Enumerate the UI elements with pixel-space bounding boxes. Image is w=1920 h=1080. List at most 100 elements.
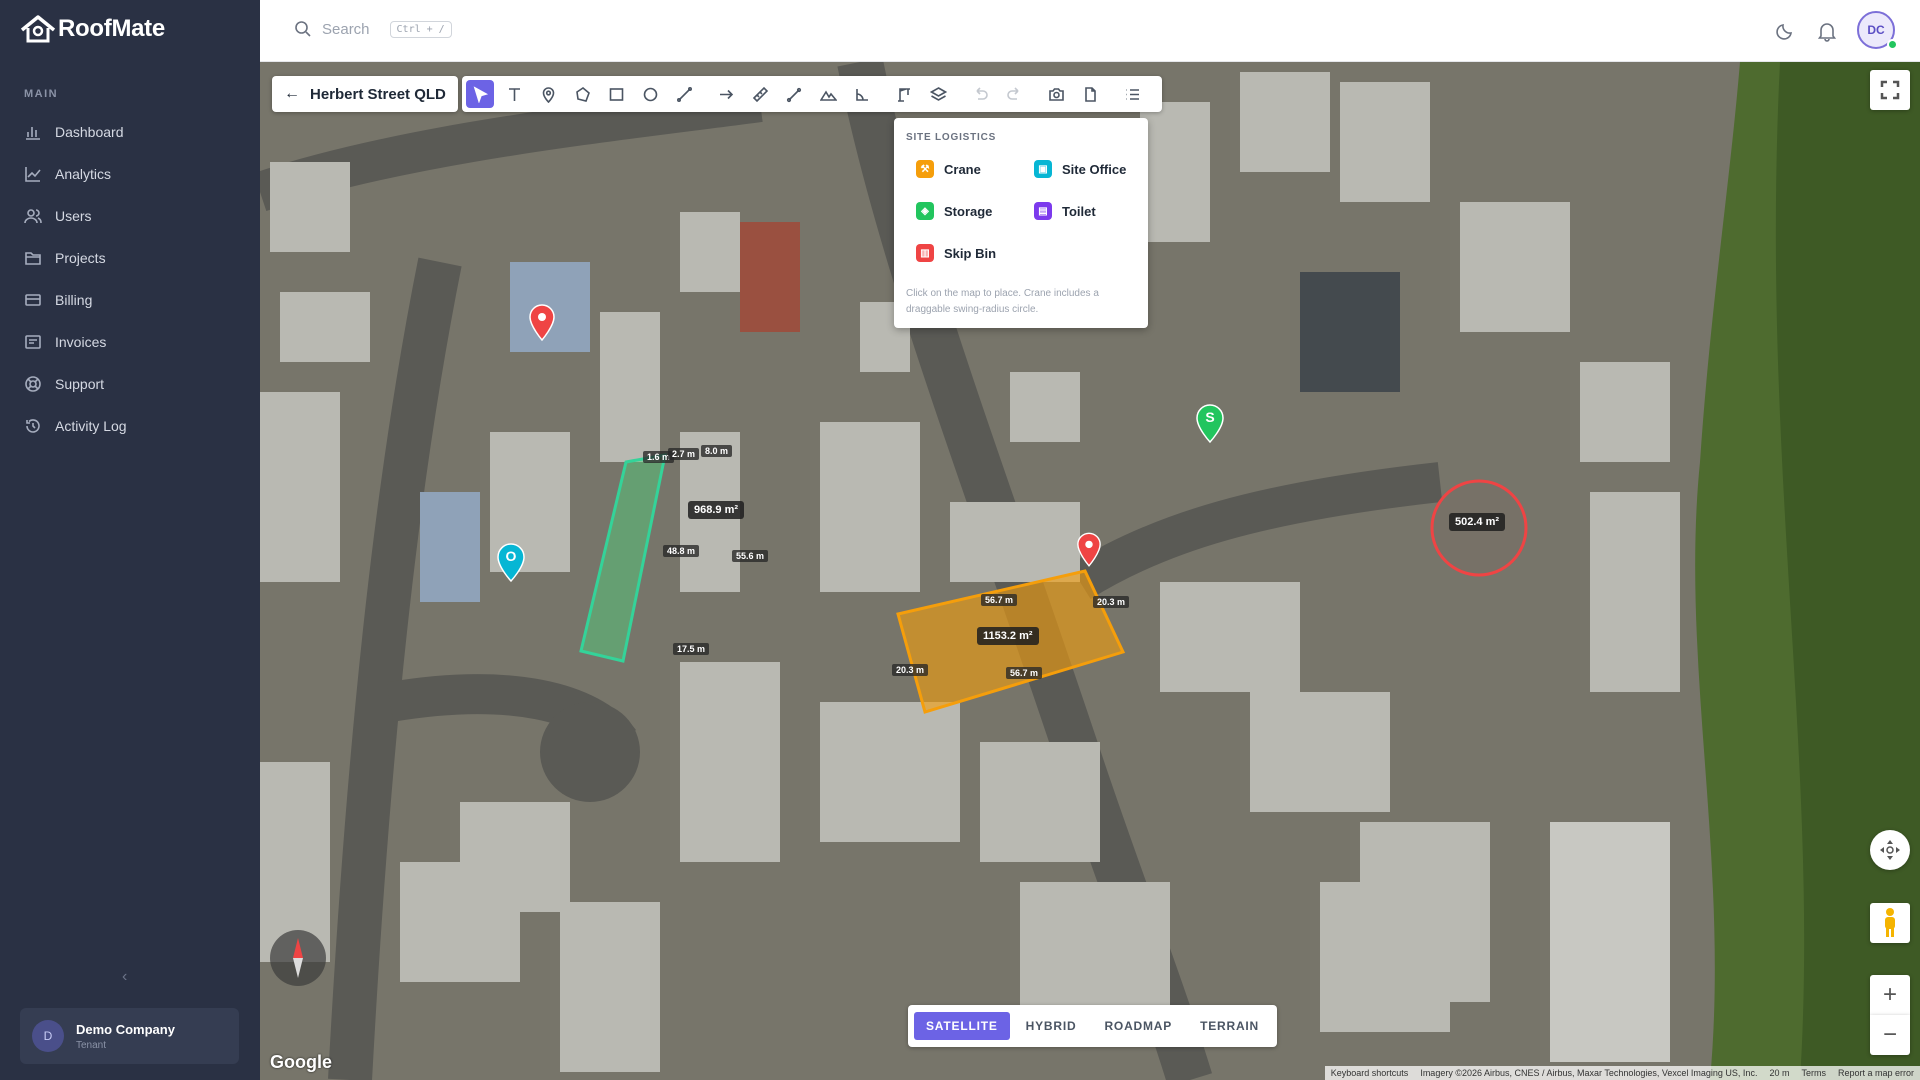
sidebar-item-label: Dashboard [55,124,124,140]
map-canvas[interactable]: 968.9 m² 1.6 m 2.7 m 8.0 m 48.8 m 55.6 m… [260,62,1920,1080]
logistics-item-site-office[interactable]: ▣ Site Office [1034,160,1126,178]
lifebuoy-icon [25,376,41,392]
tenant-switcher[interactable]: D Demo Company Tenant [20,1008,239,1064]
redo-icon [1006,86,1019,100]
green-area-polygon [579,453,667,663]
arrow-tool[interactable] [712,80,740,108]
sidebar-item-support[interactable]: Support [24,370,104,398]
sidebar: RoofMate MAIN Dashboard Analytics Users … [0,0,260,1080]
terms-link[interactable]: Terms [1795,1068,1832,1078]
undo-button[interactable] [966,80,994,108]
logistics-item-crane[interactable]: ⚒ Crane [916,160,981,178]
camera-icon [1048,87,1064,101]
logistics-item-storage[interactable]: ◈ Storage [916,202,992,220]
app-logo[interactable]: RoofMate [20,14,165,44]
street-view-button[interactable] [1870,903,1910,943]
menu-item-label: Crane [944,161,981,177]
logistics-item-toilet[interactable]: ▤ Toilet [1034,202,1096,220]
map-type-roadmap[interactable]: ROADMAP [1092,1012,1184,1040]
sidebar-item-projects[interactable]: Projects [24,244,106,272]
rectangle-tool[interactable] [602,80,630,108]
site-logistics-tool[interactable] [890,80,918,108]
report-error-link[interactable]: Report a map error [1832,1068,1920,1078]
sidebar-item-analytics[interactable]: Analytics [24,160,111,188]
select-tool[interactable] [466,80,494,108]
keyboard-shortcuts-link[interactable]: Keyboard shortcuts [1325,1068,1415,1078]
storage-marker[interactable]: S [1195,404,1225,444]
trash-icon: ▥ [916,244,934,262]
nav-section-label: MAIN [24,88,59,100]
map-type-terrain[interactable]: TERRAIN [1188,1012,1271,1040]
sidebar-item-invoices[interactable]: Invoices [24,328,106,356]
screenshot-button[interactable] [1042,80,1070,108]
map-type-hybrid[interactable]: HYBRID [1014,1012,1089,1040]
export-pdf-button[interactable] [1076,80,1104,108]
credit-card-icon [25,294,41,306]
roof-house-icon [20,15,56,43]
sidebar-item-dashboard[interactable]: Dashboard [24,118,124,146]
elevation-tool[interactable] [814,80,842,108]
users-icon [24,209,42,224]
fullscreen-button[interactable] [1870,70,1910,110]
map-pin-icon[interactable] [528,304,556,342]
layers-tool[interactable] [924,80,952,108]
circle-icon [643,87,657,101]
sidebar-item-billing[interactable]: Billing [24,286,92,314]
sidebar-item-label: Users [55,208,92,224]
list-button[interactable] [1118,80,1146,108]
tenant-avatar: D [32,1020,64,1052]
location-title: Herbert Street QLD [310,85,446,103]
ruler-icon [752,86,768,102]
compass-button[interactable] [270,930,326,986]
redo-button[interactable] [1000,80,1028,108]
map-scale[interactable]: 20 m [1763,1068,1795,1078]
sidebar-item-label: Analytics [55,166,112,182]
site-logistics-menu: SITE LOGISTICS ⚒ Crane ▣ Site Office ◈ S… [894,118,1148,328]
search-input[interactable]: Search Ctrl + / [294,20,452,38]
sidebar-item-label: Projects [55,250,106,266]
polygon-icon [575,86,590,102]
sidebar-item-users[interactable]: Users [24,202,92,230]
pan-arrows-icon [1880,840,1900,860]
fullscreen-icon [1880,80,1900,100]
sidebar-item-label: Activity Log [55,418,127,434]
app-name: RoofMate [58,15,165,42]
polygon-tool[interactable] [568,80,596,108]
site-office-marker[interactable]: O [496,543,526,583]
arrow-right-icon [719,89,733,99]
sidebar-item-label: Invoices [55,334,107,350]
camera-control-button[interactable] [1870,830,1910,870]
map-type-switcher: SATELLITE HYBRID ROADMAP TERRAIN [908,1005,1278,1047]
pegman-icon [1885,908,1895,937]
crane-area-label: 502.4 m² [1449,513,1506,531]
bar-chart-icon [26,127,40,140]
circle-tool[interactable] [636,80,664,108]
zoom-in-button[interactable]: + [1870,975,1910,1015]
back-to-project-button[interactable]: ← Herbert Street QLD [272,76,458,112]
map-pin-icon[interactable] [1076,532,1102,568]
sidebar-item-activity-log[interactable]: Activity Log [24,412,127,440]
logistics-item-skip-bin[interactable]: ▥ Skip Bin [916,244,996,262]
green-area-label: 968.9 m² [688,501,745,519]
angle-tool[interactable] [848,80,876,108]
ruler-tool[interactable] [746,80,774,108]
measure-label: 17.5 m [673,643,710,655]
marker-letter: O [505,548,517,564]
online-status-dot [1887,39,1898,50]
google-logo: Google [270,1052,332,1072]
tenant-role: Tenant [76,1039,107,1051]
dark-mode-icon[interactable] [1774,20,1796,42]
collapse-sidebar-button[interactable]: ‹ [122,968,127,986]
text-tool[interactable] [500,80,528,108]
storage-icon: ◈ [916,202,934,220]
toilet-icon: ▤ [1034,202,1052,220]
zoom-out-button[interactable]: − [1870,1015,1910,1055]
map-attribution: Keyboard shortcuts Imagery ©2026 Airbus,… [1324,1066,1920,1080]
marker-tool[interactable] [534,80,562,108]
map-type-satellite[interactable]: SATELLITE [914,1012,1010,1040]
line-tool[interactable] [670,80,698,108]
measure-label: 48.8 m [663,545,700,557]
mountain-icon [819,89,837,101]
measure-distance-tool[interactable] [780,80,808,108]
bell-icon[interactable] [1816,20,1838,42]
